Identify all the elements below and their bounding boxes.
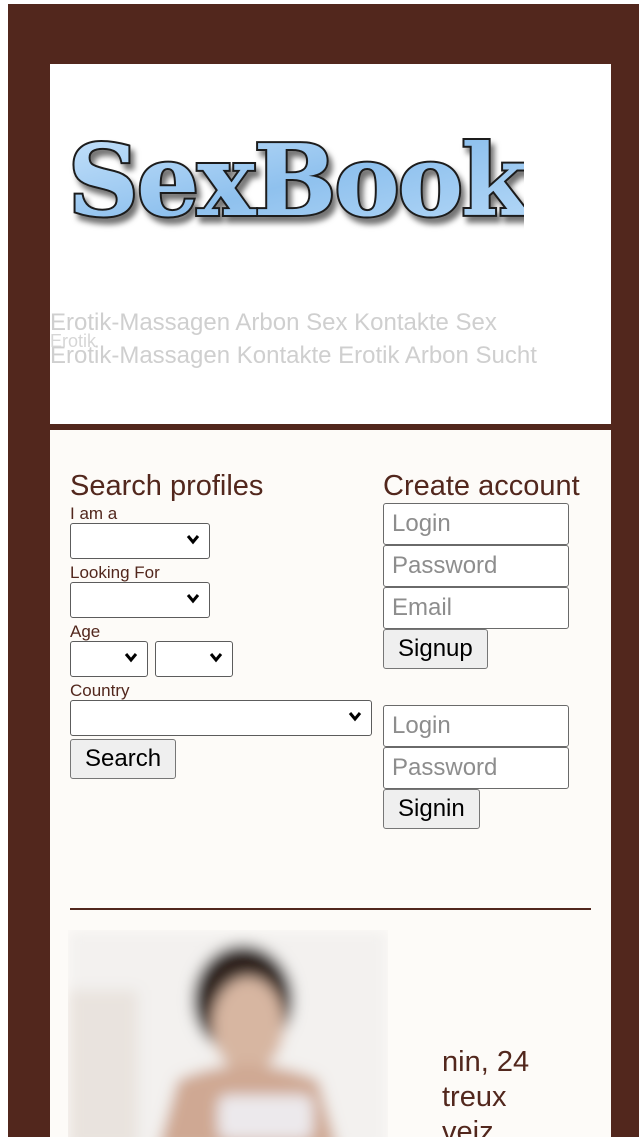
i-am-select[interactable] [70,523,210,559]
signup-login-input[interactable]: Login [383,503,569,545]
chevron-down-icon [210,653,223,663]
profile-caption-line: treux [442,1081,507,1113]
search-profiles-section: Search profiles I am a Looking For Age C… [70,470,380,779]
main-content: Search profiles I am a Looking For Age C… [50,430,611,1137]
signin-form: Login Password Signin [383,705,583,829]
age-max-select[interactable] [155,641,234,677]
age-label: Age [70,622,101,641]
tagline-text: Erotik-Massagen Arbon Sex Kontakte Sex E… [50,309,537,369]
looking-for-label: Looking For [70,563,160,582]
signin-login-input[interactable]: Login [383,705,569,747]
age-min-select[interactable] [70,641,148,677]
i-am-label: I am a [70,504,118,523]
tagline: Erotik Erotik-Massagen Arbon Sex Kontakt… [50,306,550,372]
sexbook-logo[interactable]: SexBook [64,120,524,240]
signin-button[interactable]: Signin [383,789,480,829]
country-select[interactable] [70,700,372,736]
signup-button[interactable]: Signup [383,629,488,669]
create-account-section: Create account Login Password Email Sign… [383,470,583,829]
signin-password-input[interactable]: Password [383,747,569,789]
signup-password-input[interactable]: Password [383,545,569,587]
chevron-down-icon [186,535,200,545]
looking-for-select[interactable] [70,582,210,618]
profile-photo[interactable] [68,930,388,1137]
profile-caption-line: nin, 24 [442,1046,530,1078]
country-label: Country [70,681,130,700]
chevron-down-icon [124,653,138,663]
search-button[interactable]: Search [70,739,177,779]
profile-caption-line: veiz [442,1116,494,1137]
chevron-down-icon [348,712,362,722]
profile-caption: nin, 24 treux veiz [442,1045,611,1137]
site-header: SexBook Erotik Erotik-Massagen Arbon Sex… [50,64,611,424]
chevron-down-icon [186,594,200,604]
create-account-title: Create account [383,470,580,502]
tagline-overlap-text: Erotik [50,331,97,351]
signup-email-input[interactable]: Email [383,587,569,629]
svg-text:SexBook: SexBook [68,124,524,239]
section-divider [70,908,591,910]
search-title: Search profiles [70,470,264,502]
